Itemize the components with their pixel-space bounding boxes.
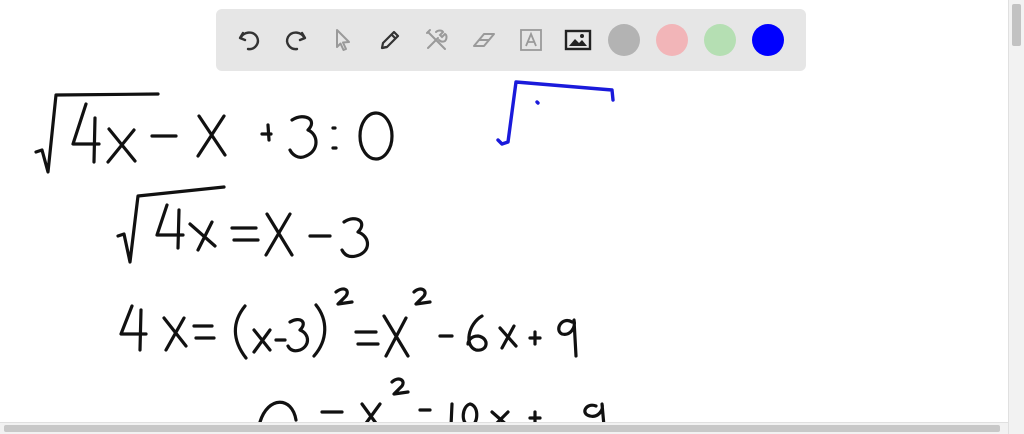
redo-button[interactable] xyxy=(279,23,313,57)
text-tool[interactable] xyxy=(514,23,548,57)
image-icon xyxy=(564,29,592,51)
vertical-scroll-thumb[interactable] xyxy=(1012,4,1021,46)
tools-tool[interactable] xyxy=(420,23,454,57)
eraser-icon xyxy=(473,33,495,47)
color-swatch-gray[interactable] xyxy=(608,24,640,56)
color-swatch-green[interactable] xyxy=(704,24,736,56)
tools-icon xyxy=(426,29,448,50)
blue-sqrt-sketch xyxy=(496,80,615,146)
select-tool[interactable] xyxy=(326,23,360,57)
redo-icon xyxy=(285,31,307,51)
vertical-scrollbar[interactable] xyxy=(1008,0,1024,434)
undo-icon xyxy=(238,31,260,51)
equation-line-3 xyxy=(119,287,578,360)
undo-button[interactable] xyxy=(232,23,266,57)
text-box-icon xyxy=(520,29,542,51)
color-swatch-pink[interactable] xyxy=(656,24,688,56)
horizontal-scroll-thumb[interactable] xyxy=(4,425,1000,432)
pointer-icon xyxy=(336,29,350,51)
eraser-tool[interactable] xyxy=(467,23,501,57)
equation-line-2 xyxy=(116,185,370,264)
pencil-icon xyxy=(380,30,400,50)
pencil-tool[interactable] xyxy=(373,23,407,57)
image-tool[interactable] xyxy=(561,23,595,57)
horizontal-scrollbar[interactable] xyxy=(0,422,1008,434)
drawing-toolbar xyxy=(216,9,806,71)
color-swatch-blue[interactable] xyxy=(752,24,784,56)
equation-line-4 xyxy=(258,377,606,428)
equation-line-1 xyxy=(34,92,394,174)
